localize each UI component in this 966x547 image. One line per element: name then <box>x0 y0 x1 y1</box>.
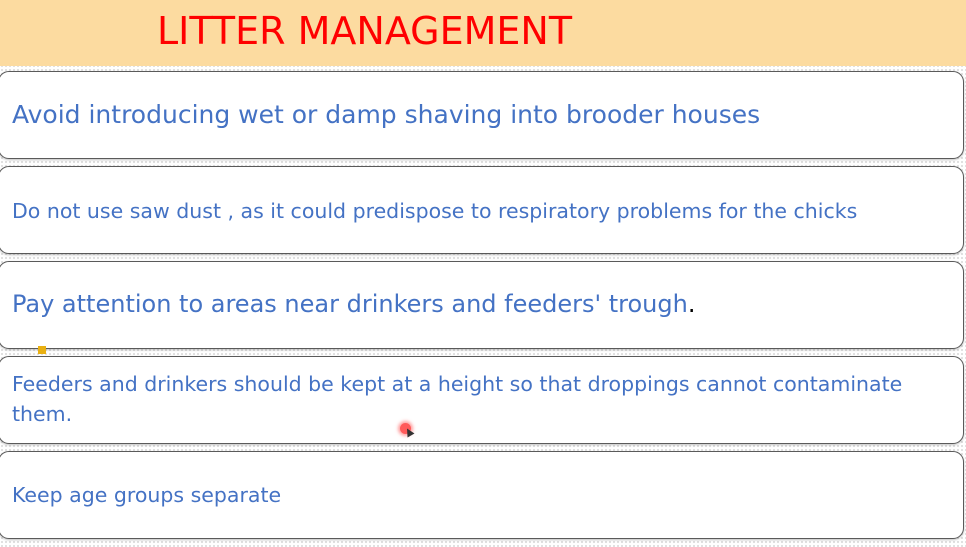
list-item-main-text: Pay attention to areas near drinkers and… <box>12 290 688 318</box>
list-item-text: Avoid introducing wet or damp shaving in… <box>12 100 761 129</box>
list-item: Avoid introducing wet or damp shaving in… <box>0 71 964 159</box>
list-item: Keep age groups separate <box>0 451 964 539</box>
slide-title: LITTER MANAGEMENT <box>157 9 573 53</box>
list-item-text: Feeders and drinkers should be kept at a… <box>12 372 903 426</box>
list-item-text: Keep age groups separate <box>12 483 282 507</box>
list-item: Feeders and drinkers should be kept at a… <box>0 356 964 444</box>
list-item: Pay attention to areas near drinkers and… <box>0 261 964 349</box>
list-item: Do not use saw dust , as it could predis… <box>0 166 964 254</box>
yellow-marker <box>38 346 46 354</box>
list-item-text: Do not use saw dust , as it could predis… <box>12 199 858 223</box>
list-item-period: . <box>687 290 696 318</box>
title-banner: LITTER MANAGEMENT <box>0 0 966 66</box>
list-item-text: Pay attention to areas near drinkers and… <box>12 287 953 321</box>
